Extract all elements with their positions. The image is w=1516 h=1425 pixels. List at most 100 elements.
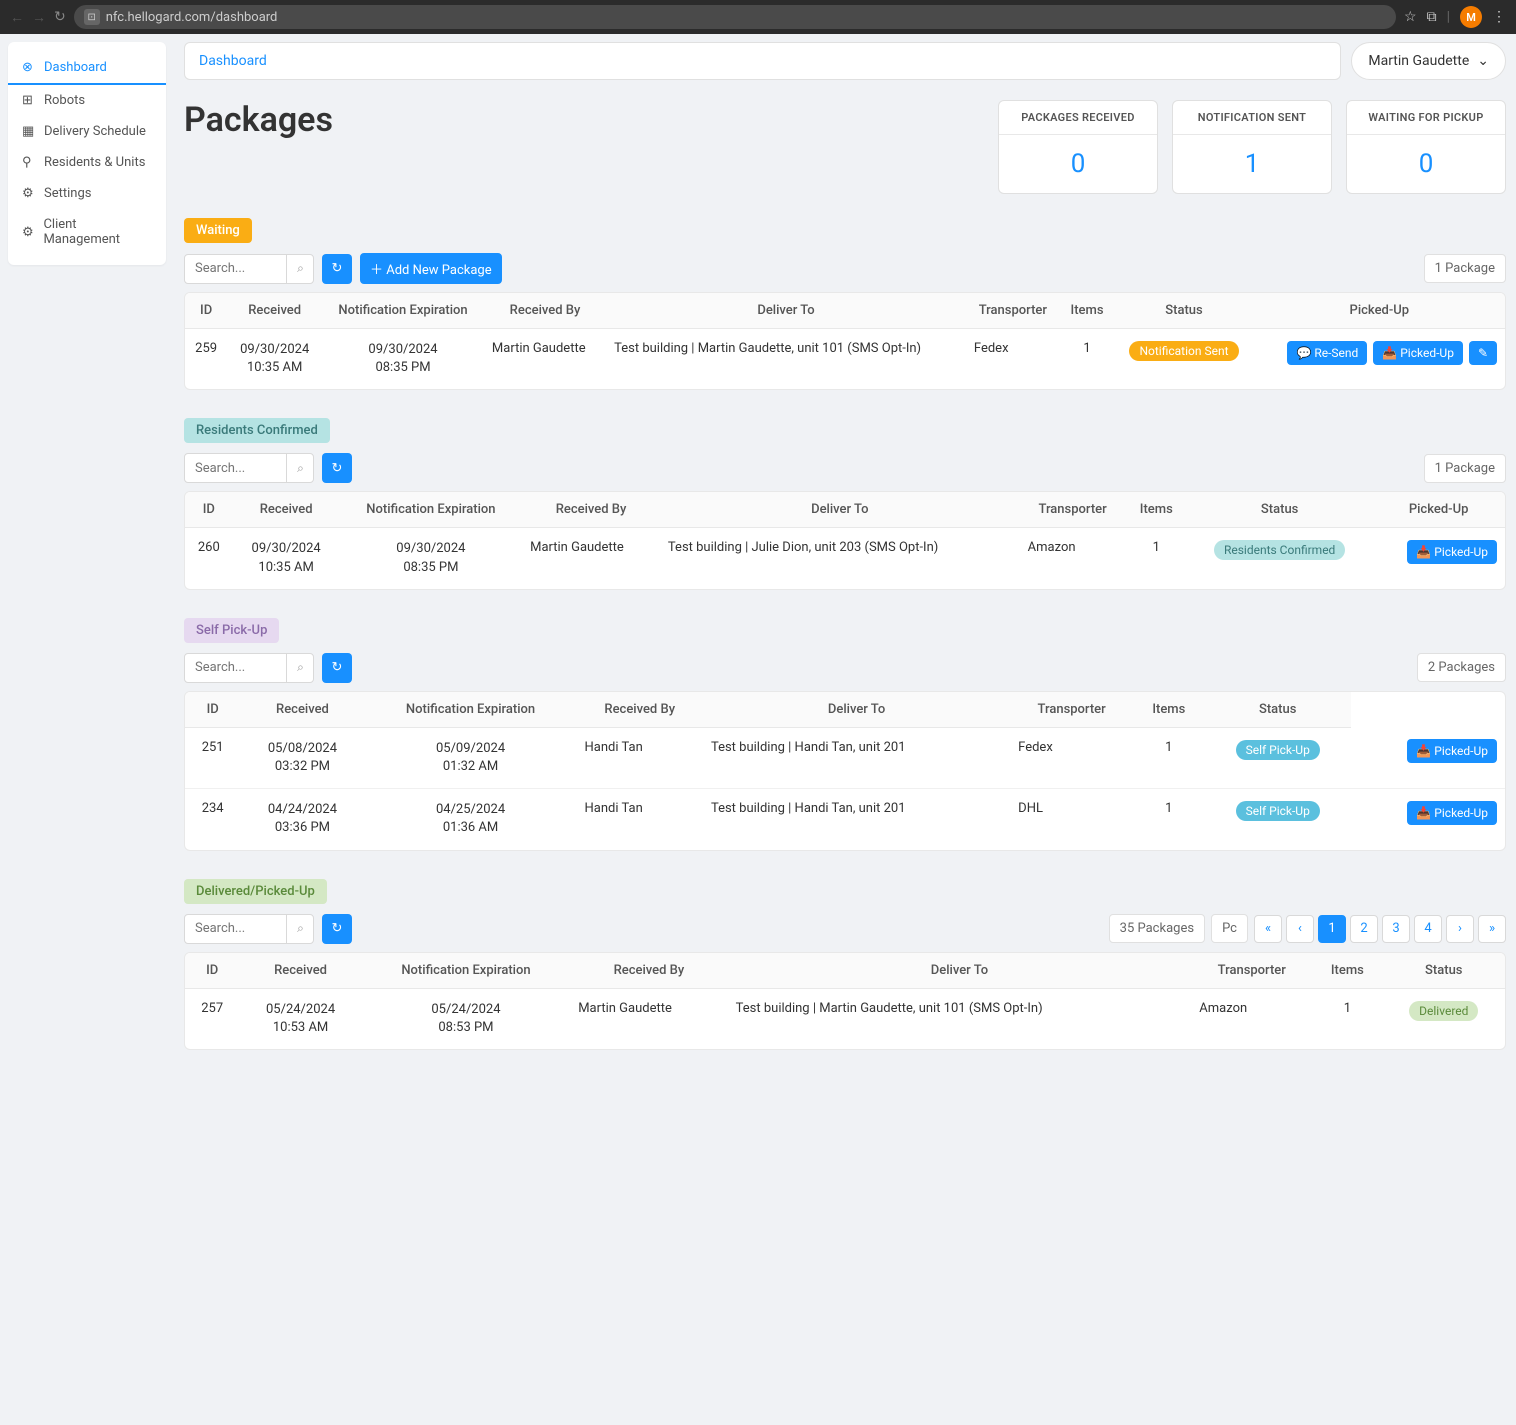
col-deliver_to: Deliver To: [728, 953, 1192, 989]
cell-deliver-to: Test building | Martin Gaudette, unit 10…: [728, 988, 1192, 1049]
table-row: 26009/30/202410:35 AM09/30/202408:35 PMM…: [185, 528, 1505, 589]
stat-value: 0: [999, 135, 1157, 193]
cell-received-by: Martin Gaudette: [484, 329, 606, 390]
cell-status: Self Pick-Up: [1205, 789, 1351, 850]
stat-card: PACKAGES RECEIVED0: [998, 100, 1158, 194]
cell-items: 1: [1133, 727, 1204, 788]
stat-value: 0: [1347, 135, 1505, 193]
user-dropdown[interactable]: Martin Gaudette ⌄: [1351, 42, 1506, 80]
col-expiration: Notification Expiration: [340, 492, 522, 528]
pickedup-button[interactable]: 📥 Picked-Up: [1373, 341, 1463, 365]
url-text: nfc.hellogard.com/dashboard: [106, 10, 278, 25]
nav-icon: ⊗: [22, 60, 36, 75]
status-badge: Self Pick-Up: [1236, 740, 1320, 760]
section-title: Waiting: [184, 218, 252, 243]
section-title: Self Pick-Up: [184, 618, 279, 643]
table: IDReceivedNotification ExpirationReceive…: [184, 691, 1506, 851]
cell-expiration: 05/24/202408:53 PM: [362, 988, 571, 1049]
cell-deliver-to: Test building | Handi Tan, unit 201: [703, 727, 1010, 788]
page-button[interactable]: 2: [1350, 915, 1378, 943]
status-badge: Self Pick-Up: [1236, 801, 1320, 821]
nav-icon: ⚲: [22, 155, 36, 170]
page-button[interactable]: »: [1478, 915, 1506, 943]
col-items: Items: [1312, 953, 1382, 989]
section-selfpickup: Self Pick-Up⌕↻2 PackagesIDReceivedNotifi…: [184, 618, 1506, 851]
cell-received: 04/24/202403:36 PM: [240, 789, 364, 850]
col-transporter: Transporter: [1010, 692, 1133, 728]
add-package-button[interactable]: ＋ Add New Package: [360, 253, 502, 284]
cell-id: 259: [185, 329, 227, 390]
cell-transporter: Fedex: [1010, 727, 1133, 788]
sidebar-item-robots[interactable]: ⊞Robots: [8, 85, 166, 116]
table-row: 25105/08/202403:32 PM05/09/202401:32 AMH…: [185, 727, 1505, 788]
cell-transporter: DHL: [1010, 789, 1133, 850]
table: IDReceivedNotification ExpirationReceive…: [184, 952, 1506, 1050]
url-bar[interactable]: ⊡ nfc.hellogard.com/dashboard: [74, 5, 1396, 29]
page-button[interactable]: ›: [1446, 915, 1474, 943]
nav-label: Settings: [44, 186, 91, 201]
page-button[interactable]: 1: [1318, 915, 1346, 943]
col-id: ID: [185, 492, 233, 528]
cell-items: 1: [1060, 329, 1115, 390]
page-button[interactable]: 3: [1382, 915, 1410, 943]
browser-bar: ← → ↻ ⊡ nfc.hellogard.com/dashboard ☆ ⧉ …: [0, 0, 1516, 34]
page-button[interactable]: «: [1254, 915, 1282, 943]
pickedup-button[interactable]: 📥 Picked-Up: [1407, 801, 1497, 825]
resend-button[interactable]: 💬 Re-Send: [1287, 341, 1367, 365]
back-icon[interactable]: ←: [10, 9, 24, 26]
stat-label: PACKAGES RECEIVED: [999, 101, 1157, 135]
col-received: Received: [227, 293, 322, 329]
cell-received: 05/24/202410:53 AM: [239, 988, 361, 1049]
refresh-button[interactable]: ↻: [322, 914, 352, 944]
cell-received-by: Handi Tan: [577, 727, 703, 788]
breadcrumb[interactable]: Dashboard: [184, 42, 1341, 80]
col-id: ID: [185, 293, 227, 329]
nav-label: Robots: [44, 93, 85, 108]
edit-button[interactable]: ✎: [1469, 341, 1497, 365]
refresh-button[interactable]: ↻: [322, 254, 352, 284]
col-received: Received: [233, 492, 340, 528]
cell-deliver-to: Test building | Handi Tan, unit 201: [703, 789, 1010, 850]
nav-label: Dashboard: [44, 60, 107, 75]
cell-items: 1: [1126, 528, 1188, 589]
bookmark-icon[interactable]: ☆: [1404, 9, 1417, 25]
col-deliver_to: Deliver To: [660, 492, 1020, 528]
sidebar-item-dashboard[interactable]: ⊗ Dashboard: [8, 52, 166, 85]
stat-value: 1: [1173, 135, 1331, 193]
sidebar-item-delivery-schedule[interactable]: ▦Delivery Schedule: [8, 116, 166, 147]
nav-label: Residents & Units: [44, 155, 145, 170]
refresh-button[interactable]: ↻: [322, 653, 352, 683]
table-row: 25909/30/202410:35 AM09/30/202408:35 PMM…: [185, 329, 1505, 390]
col-expiration: Notification Expiration: [322, 293, 484, 329]
stat-label: NOTIFICATION SENT: [1173, 101, 1331, 135]
sidebar-item-client-management[interactable]: ⚙Client Management: [8, 209, 166, 255]
col-expiration: Notification Expiration: [365, 692, 577, 728]
package-count: 35 Packages: [1109, 914, 1205, 943]
search-icon[interactable]: ⌕: [286, 914, 314, 944]
search-icon[interactable]: ⌕: [286, 453, 314, 483]
col-status: Status: [1114, 293, 1253, 329]
search-icon[interactable]: ⌕: [286, 653, 314, 683]
refresh-button[interactable]: ↻: [322, 453, 352, 483]
status-badge: Delivered: [1409, 1001, 1478, 1021]
forward-icon[interactable]: →: [32, 9, 46, 26]
pickedup-button[interactable]: 📥 Picked-Up: [1407, 540, 1497, 564]
extensions-icon[interactable]: ⧉: [1427, 9, 1437, 25]
cell-status: Residents Confirmed: [1187, 528, 1372, 589]
cell-received-by: Handi Tan: [577, 789, 703, 850]
sidebar-item-settings[interactable]: ⚙Settings: [8, 178, 166, 209]
sidebar-item-residents-units[interactable]: ⚲ Residents & Units: [8, 147, 166, 178]
reload-icon[interactable]: ↻: [54, 9, 66, 25]
search-icon[interactable]: ⌕: [286, 254, 314, 284]
profile-avatar[interactable]: M: [1460, 6, 1482, 28]
site-settings-icon[interactable]: ⊡: [84, 9, 100, 25]
col-received: Received: [239, 953, 361, 989]
package-count: 1 Package: [1424, 454, 1506, 483]
search-wrap: ⌕: [184, 653, 314, 683]
page-button[interactable]: 4: [1414, 915, 1442, 943]
status-badge: Residents Confirmed: [1214, 540, 1345, 560]
cell-status: Notification Sent: [1114, 329, 1253, 390]
page-button[interactable]: ‹: [1286, 915, 1314, 943]
pickedup-button[interactable]: 📥 Picked-Up: [1407, 739, 1497, 763]
menu-icon[interactable]: ⋮: [1492, 9, 1506, 25]
